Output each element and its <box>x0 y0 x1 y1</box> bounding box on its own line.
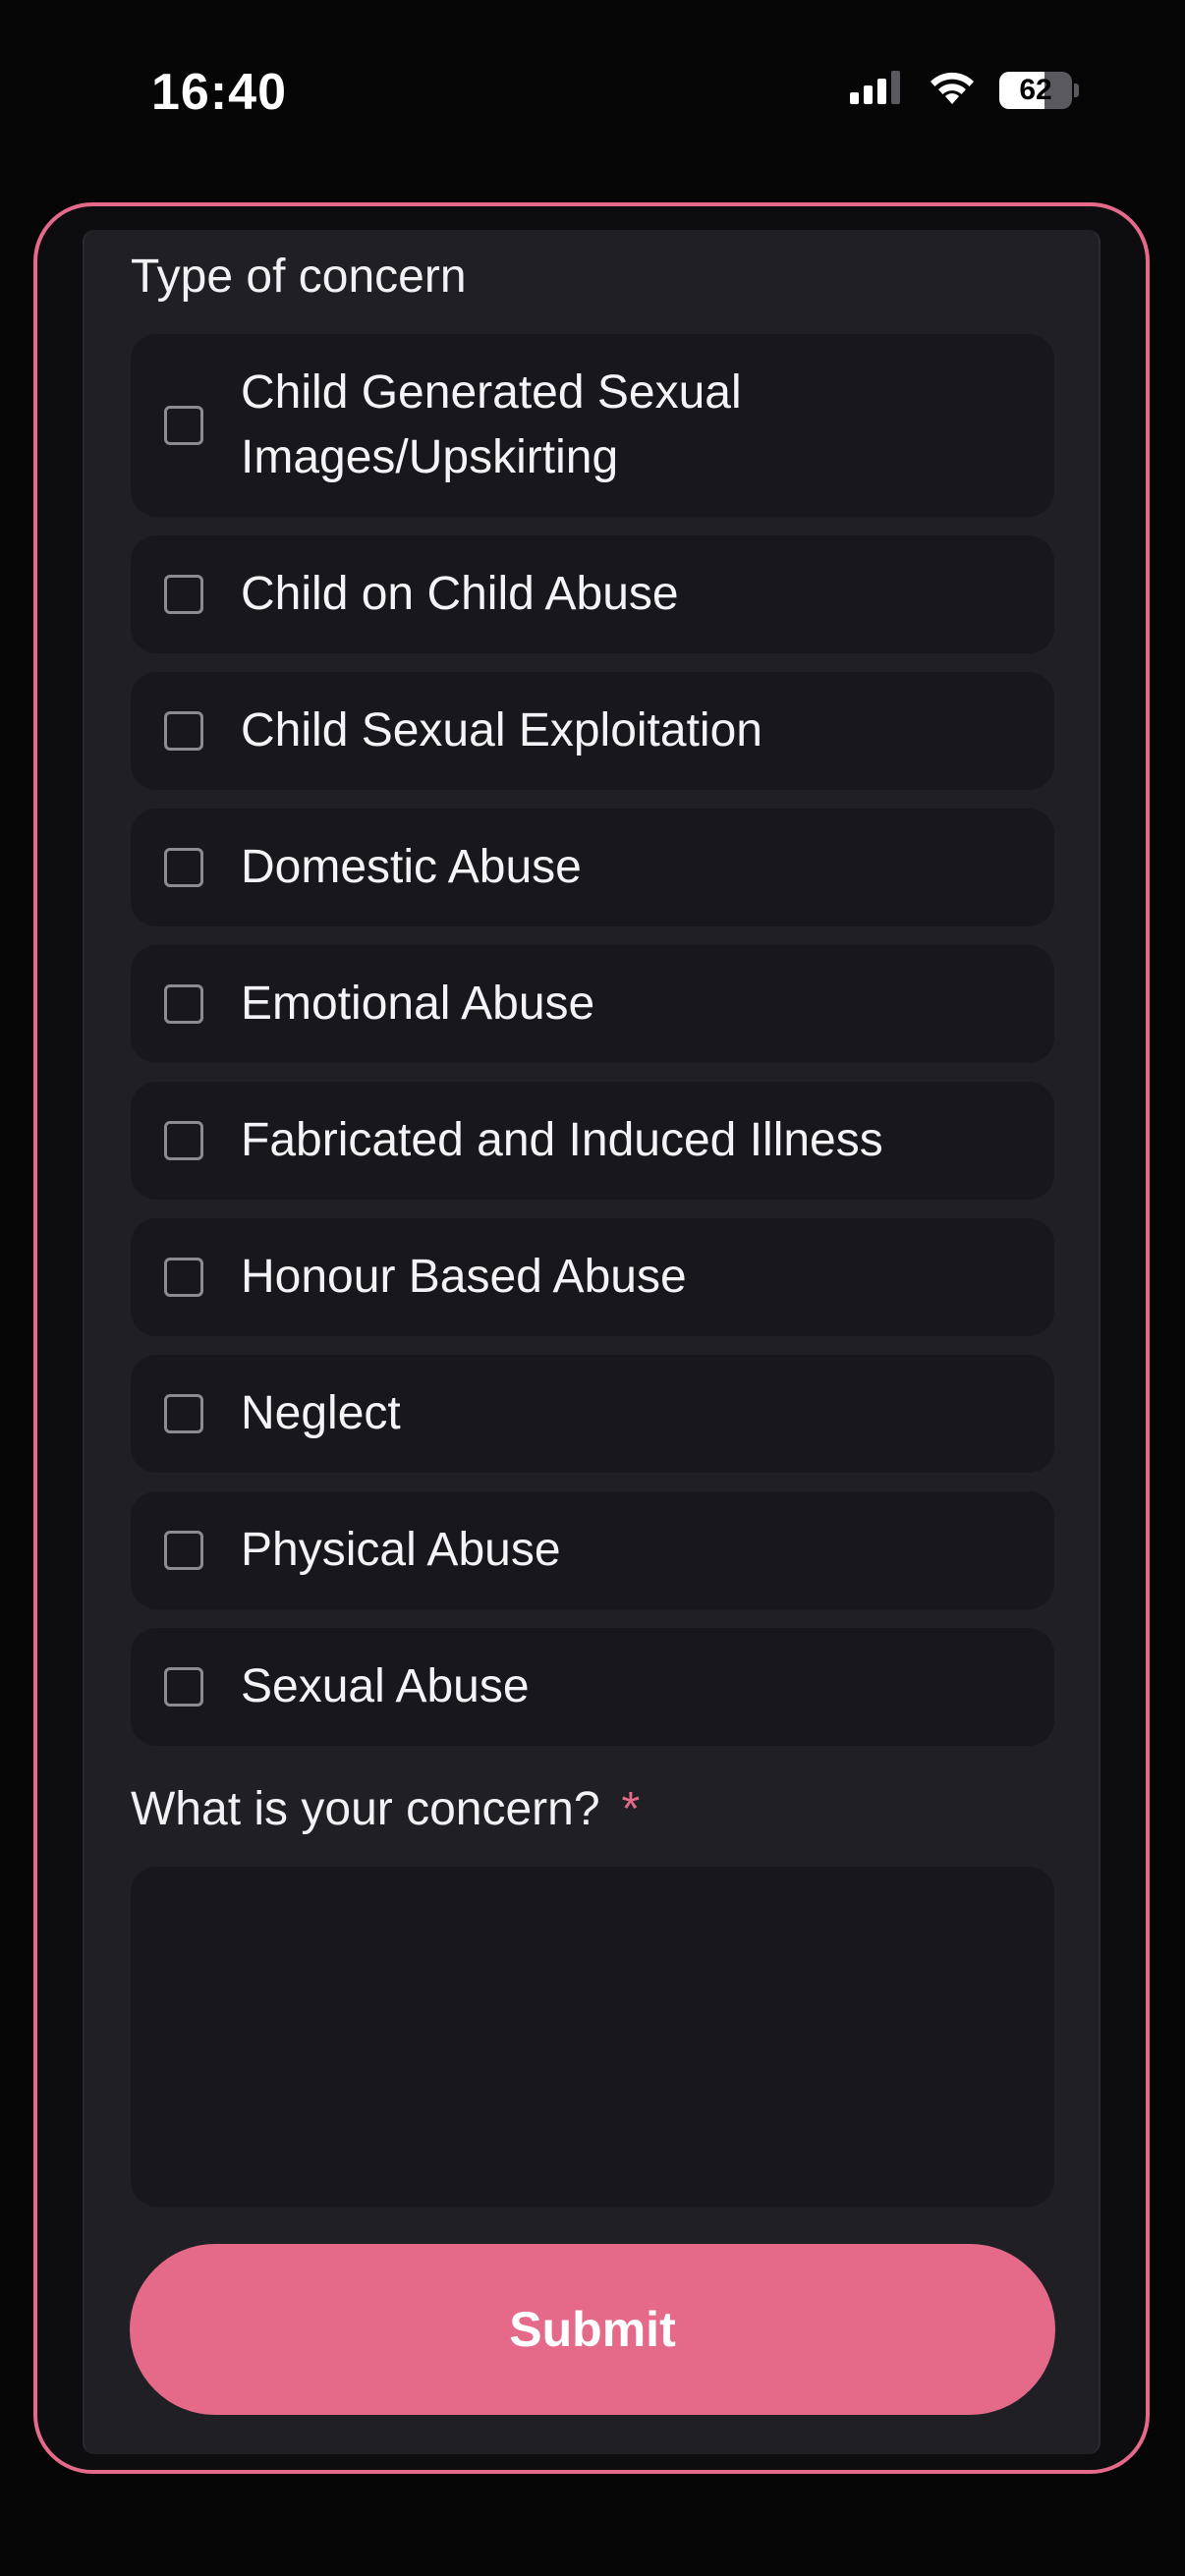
option-label: Fabricated and Induced Illness <box>241 1114 883 1166</box>
cellular-signal-icon <box>850 71 905 109</box>
checkbox[interactable] <box>164 575 203 614</box>
battery-body: 62 <box>999 71 1072 109</box>
option-label: Physical Abuse <box>241 1524 561 1576</box>
battery-percent: 62 <box>1019 73 1052 106</box>
submit-button[interactable]: Submit <box>130 2244 1055 2415</box>
option-label: Domestic Abuse <box>241 841 582 893</box>
checkbox[interactable] <box>164 984 203 1024</box>
option-label: Neglect <box>241 1387 401 1439</box>
battery-tip <box>1074 83 1079 97</box>
checkbox[interactable] <box>164 711 203 751</box>
checkbox[interactable] <box>164 1394 203 1433</box>
option-label: Child Generated Sexual Images/Upskirting <box>241 366 742 483</box>
required-asterisk: * <box>621 1783 641 1835</box>
checkbox[interactable] <box>164 1667 203 1707</box>
option-child-sexual-exploitation[interactable]: Child Sexual Exploitation <box>131 672 1054 790</box>
option-honour-based-abuse[interactable]: Honour Based Abuse <box>131 1218 1054 1336</box>
checkbox[interactable] <box>164 1121 203 1160</box>
concern-label-text: What is your concern? <box>131 1783 600 1835</box>
concern-options: Child Generated Sexual Images/Upskirting… <box>131 334 1054 1764</box>
option-label: Child Sexual Exploitation <box>241 704 762 756</box>
concern-field-label: What is your concern? * <box>131 1782 640 1836</box>
option-domestic-abuse[interactable]: Domestic Abuse <box>131 809 1054 926</box>
option-fabricated-induced-illness[interactable]: Fabricated and Induced Illness <box>131 1082 1054 1200</box>
option-physical-abuse[interactable]: Physical Abuse <box>131 1491 1054 1609</box>
type-of-concern-label: Type of concern <box>131 251 467 303</box>
status-icons: 62 <box>850 69 1079 111</box>
checkbox[interactable] <box>164 848 203 887</box>
checkbox[interactable] <box>164 406 203 445</box>
concern-textarea[interactable] <box>131 1867 1054 2207</box>
option-child-on-child-abuse[interactable]: Child on Child Abuse <box>131 535 1054 653</box>
status-time: 16:40 <box>151 64 287 121</box>
checkbox[interactable] <box>164 1531 203 1570</box>
option-label: Child on Child Abuse <box>241 568 679 620</box>
option-sexual-abuse[interactable]: Sexual Abuse <box>131 1628 1054 1746</box>
wifi-icon <box>927 69 978 111</box>
option-label: Emotional Abuse <box>241 978 595 1030</box>
option-child-generated-sexual-images[interactable]: Child Generated Sexual Images/Upskirting <box>131 334 1054 517</box>
option-label: Honour Based Abuse <box>241 1251 687 1303</box>
option-label: Sexual Abuse <box>241 1660 530 1712</box>
status-bar: 16:40 62 <box>0 0 1185 187</box>
checkbox[interactable] <box>164 1258 203 1297</box>
option-emotional-abuse[interactable]: Emotional Abuse <box>131 945 1054 1063</box>
battery-icon: 62 <box>999 71 1079 109</box>
option-neglect[interactable]: Neglect <box>131 1355 1054 1473</box>
